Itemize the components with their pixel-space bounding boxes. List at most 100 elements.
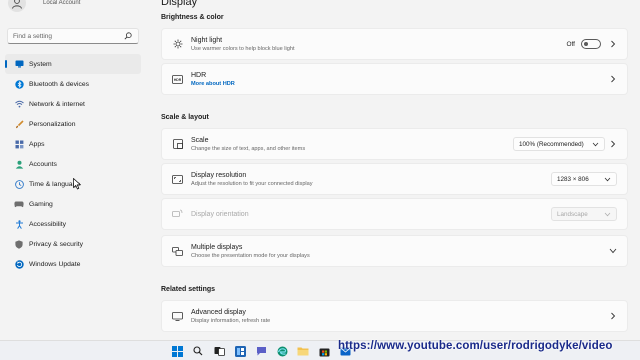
- globe-clock-icon: [14, 179, 24, 189]
- windows-start-icon[interactable]: [170, 344, 184, 358]
- sidebar-item-bluetooth[interactable]: Bluetooth & devices: [5, 74, 141, 94]
- search-icon[interactable]: [124, 31, 133, 41]
- display-resolution-card: Display resolution Adjust the resolution…: [161, 163, 628, 195]
- display-orientation-card: Display orientation Landscape: [161, 198, 628, 230]
- sidebar-item-network[interactable]: Network & internet: [5, 94, 141, 114]
- sidebar-item-system[interactable]: System: [5, 54, 141, 74]
- file-explorer-icon[interactable]: [296, 344, 310, 358]
- store-icon[interactable]: [317, 344, 331, 358]
- scale-subtitle: Change the size of text, apps, and other…: [191, 145, 306, 152]
- hdr-card[interactable]: HDR HDR More about HDR: [161, 63, 628, 95]
- gamepad-icon: [14, 199, 24, 209]
- chevron-right-icon[interactable]: [609, 312, 617, 320]
- accessibility-icon: [14, 219, 24, 229]
- night-light-toggle[interactable]: [581, 39, 601, 49]
- scale-card[interactable]: Scale Change the size of text, apps, and…: [161, 128, 628, 160]
- night-light-title: Night light: [191, 36, 223, 44]
- taskbar-icons: [170, 344, 352, 358]
- sidebar-item-accounts[interactable]: Accounts: [5, 154, 141, 174]
- svg-text:HDR: HDR: [174, 78, 182, 82]
- chevron-down-icon: [604, 212, 611, 217]
- orientation-dropdown: Landscape: [551, 207, 617, 221]
- advanced-display-subtitle: Display information, refresh rate: [191, 317, 271, 324]
- sidebar-item-privacy-security[interactable]: Privacy & security: [5, 234, 141, 254]
- sidebar-item-label: Accessibility: [29, 220, 67, 228]
- shield-icon: [14, 239, 24, 249]
- orientation-text: Display orientation: [191, 211, 249, 218]
- brightness-icon: [172, 39, 183, 50]
- orientation-title: Display orientation: [191, 210, 249, 218]
- bluetooth-icon: [14, 79, 24, 89]
- sidebar-item-apps[interactable]: Apps: [5, 134, 141, 154]
- widgets-icon[interactable]: [233, 344, 247, 358]
- chevron-down-icon[interactable]: [609, 247, 617, 255]
- update-icon: [14, 259, 24, 269]
- advanced-display-text: Advanced display Display information, re…: [191, 309, 270, 324]
- sidebar-item-label: Personalization: [29, 120, 76, 128]
- resolution-icon: [172, 174, 183, 185]
- sidebar: Local Account System Bluetooth & devices…: [0, 0, 148, 340]
- apps-icon: [14, 139, 24, 149]
- multiple-displays-icon: [172, 246, 183, 257]
- sidebar-item-label: Privacy & security: [29, 240, 84, 248]
- sidebar-item-label: Gaming: [29, 200, 53, 208]
- sidebar-item-label: Accounts: [29, 160, 57, 168]
- scale-value: 100% (Recommended): [519, 140, 584, 148]
- chevron-right-icon[interactable]: [609, 140, 617, 148]
- sidebar-item-label: Windows Update: [29, 260, 81, 268]
- hdr-text: HDR More about HDR: [191, 72, 235, 87]
- edge-icon[interactable]: [275, 344, 289, 358]
- hdr-icon: HDR: [172, 74, 183, 85]
- sidebar-item-accessibility[interactable]: Accessibility: [5, 214, 141, 234]
- scale-icon: [172, 139, 183, 150]
- resolution-value: 1283 × 806: [557, 175, 589, 183]
- watermark-url: https://www.youtube.com/user/rodrigodyke…: [338, 340, 613, 352]
- search-box[interactable]: [7, 28, 139, 44]
- advanced-display-card[interactable]: Advanced display Display information, re…: [161, 300, 628, 332]
- page-title: Display: [161, 0, 198, 8]
- section-related-settings: Related settings: [161, 286, 216, 293]
- chat-icon[interactable]: [254, 344, 268, 358]
- search-icon[interactable]: [191, 344, 205, 358]
- section-brightness-color: Brightness & color: [161, 14, 224, 21]
- night-light-state: Off: [566, 40, 575, 48]
- sidebar-item-personalization[interactable]: Personalization: [5, 114, 141, 134]
- more-about-hdr-link[interactable]: More about HDR: [191, 81, 235, 87]
- multiple-displays-text: Multiple displays Choose the presentatio…: [191, 244, 310, 259]
- chevron-right-icon[interactable]: [609, 75, 617, 83]
- advanced-display-title: Advanced display: [191, 308, 246, 316]
- mouse-cursor-icon: [73, 178, 81, 190]
- sidebar-item-label: Apps: [29, 140, 45, 148]
- multiple-displays-subtitle: Choose the presentation mode for your di…: [191, 252, 310, 259]
- sidebar-item-gaming[interactable]: Gaming: [5, 194, 141, 214]
- night-light-card[interactable]: Night light Use warmer colors to help bl…: [161, 28, 628, 60]
- task-view-icon[interactable]: [212, 344, 226, 358]
- orientation-icon: [172, 209, 183, 220]
- chevron-down-icon: [592, 142, 599, 147]
- sidebar-item-label: Bluetooth & devices: [29, 80, 90, 88]
- sidebar-item-windows-update[interactable]: Windows Update: [5, 254, 141, 274]
- night-light-subtitle: Use warmer colors to help block blue lig…: [191, 45, 295, 52]
- scale-text: Scale Change the size of text, apps, and…: [191, 137, 305, 152]
- person-icon: [12, 0, 22, 9]
- section-scale-layout: Scale & layout: [161, 114, 209, 121]
- brush-icon: [14, 119, 24, 129]
- scale-dropdown[interactable]: 100% (Recommended): [513, 137, 605, 151]
- night-light-text: Night light Use warmer colors to help bl…: [191, 37, 295, 52]
- scale-title: Scale: [191, 136, 209, 144]
- chevron-down-icon: [604, 177, 611, 182]
- search-input[interactable]: [13, 32, 124, 40]
- hdr-title: HDR: [191, 71, 207, 79]
- monitor-icon: [172, 311, 183, 322]
- profile[interactable]: Local Account: [8, 0, 80, 12]
- resolution-subtitle: Adjust the resolution to fit your connec…: [191, 180, 313, 187]
- avatar: [8, 0, 26, 12]
- person-icon: [14, 159, 24, 169]
- orientation-value: Landscape: [557, 210, 588, 218]
- sidebar-item-label: System: [29, 60, 52, 68]
- resolution-title: Display resolution: [191, 171, 247, 179]
- main-content: Display Brightness & color Night light U…: [153, 0, 640, 340]
- chevron-right-icon[interactable]: [609, 40, 617, 48]
- resolution-dropdown[interactable]: 1283 × 806: [551, 172, 617, 186]
- multiple-displays-card[interactable]: Multiple displays Choose the presentatio…: [161, 235, 628, 267]
